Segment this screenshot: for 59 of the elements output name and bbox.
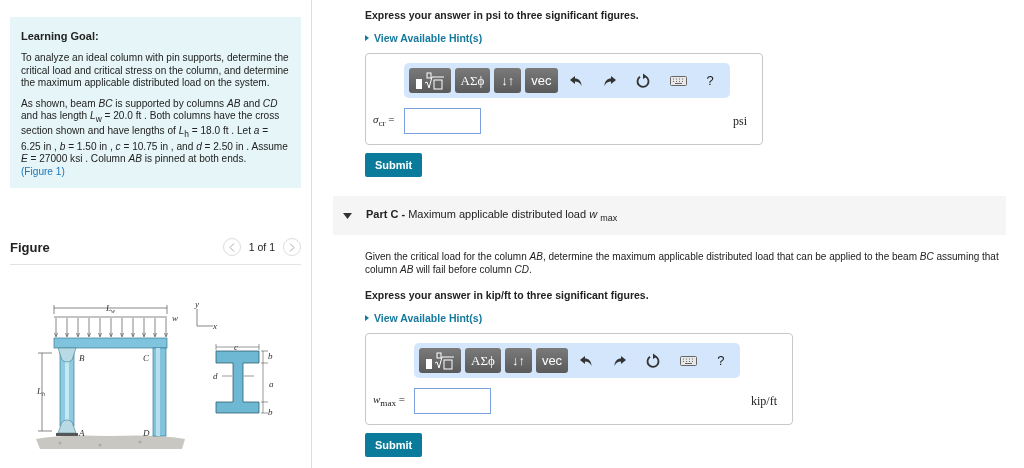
part-header[interactable]: Part C - Maximum applicable distributed load w $_{max}$ — [333, 196, 1006, 235]
figure-label: B — [79, 353, 85, 364]
answer-label: w$_{max}$ = — [373, 393, 406, 409]
answer-field[interactable] — [414, 388, 492, 414]
figure-label: A — [79, 428, 85, 439]
figure-title: Figure — [10, 239, 50, 255]
caret-icon — [365, 35, 369, 41]
figure-label: b — [268, 351, 273, 362]
instruction-text: Express your answer in psi to three significant figures. — [365, 9, 640, 21]
figure-label: D — [143, 428, 150, 439]
figure-label: a — [269, 379, 274, 390]
template-icon — [425, 351, 456, 370]
goal-paragraph: To analyze an ideal column with pin supports, determine the critical load and critical stress on the column, and determine the maximum applicable distributed load on the system. — [21, 52, 290, 90]
figure-label: L$_{w}$ — [106, 303, 116, 315]
caret-icon — [365, 315, 369, 321]
redo-icon — [613, 354, 627, 367]
hint-link[interactable]: View Available Hint(s) — [365, 312, 483, 324]
figure-label: x — [213, 321, 217, 332]
chevron-left-icon — [228, 242, 235, 252]
instruction-text: Express your answer in kip/ft to three significant figures. — [365, 289, 650, 301]
template-button[interactable] — [408, 68, 451, 93]
part-title: Part C - Maximum applicable distributed load w $_{max}$ — [366, 207, 618, 224]
panel-title: Learning Goal: — [21, 30, 100, 43]
redo-icon — [602, 74, 616, 87]
page-counter: 1 of 1 — [248, 241, 275, 254]
toolbar-button[interactable]: ΑΣϕ — [454, 68, 491, 93]
unit-label: kip/ft — [751, 393, 778, 409]
submit-button[interactable]: Submit — [365, 153, 423, 177]
template-button[interactable] — [419, 348, 462, 373]
question-text: Given the critical load for the column AB, determine the maximum applicable distributed load that can be applied to the beam BC assuming that column AB will fail before column CD. — [365, 251, 1000, 276]
answer-field[interactable] — [403, 108, 481, 134]
undo-icon — [580, 354, 594, 367]
help-button[interactable]: ? — [709, 353, 733, 368]
figure-label: w — [172, 313, 178, 324]
reset-icon — [646, 353, 661, 368]
chevron-right-icon — [289, 242, 295, 252]
reset-icon — [635, 73, 650, 88]
figure-label: L$_{h}$ — [37, 386, 45, 398]
unit-label: psi — [733, 113, 748, 129]
figure-label: d — [213, 371, 218, 382]
keyboard-icon — [669, 75, 687, 86]
answer-label: σ$_{cr}$ = — [373, 113, 395, 129]
keyboard-icon — [680, 355, 698, 366]
toolbar-button[interactable]: vec — [535, 348, 569, 373]
help-button[interactable]: ? — [698, 73, 722, 88]
toolbar-button[interactable]: vec — [525, 68, 558, 93]
toolbar-button[interactable]: ↓↑ — [494, 68, 522, 93]
figure-label: y — [195, 299, 199, 310]
figure-label: C — [143, 353, 149, 364]
figure-link[interactable]: (Figure 1) — [21, 165, 65, 177]
goal-paragraph: As shown, beam BC is supported by columns AB and CD and has length L$_{w}$ = 20.0 ft . Both columns have the cross section shown and have lengths of L$_{h}$ = 18.0 ft . Let a = 6.25 in , b = 1.50 in , c = 10.75 in , and d = 2.50 in . Assume E = 27000 ksi . Column AB is pinned at both ends. (Figure 1) — [21, 97, 289, 179]
submit-button[interactable]: Submit — [365, 433, 423, 457]
toolbar-button[interactable]: ↓↑ — [504, 348, 532, 373]
toolbar-button[interactable]: ΑΣϕ — [465, 348, 501, 373]
hint-link[interactable]: View Available Hint(s) — [365, 32, 483, 44]
figure-label: b — [268, 407, 273, 418]
figure-label: c — [234, 342, 238, 353]
template-icon — [414, 71, 445, 90]
undo-icon — [569, 74, 583, 87]
